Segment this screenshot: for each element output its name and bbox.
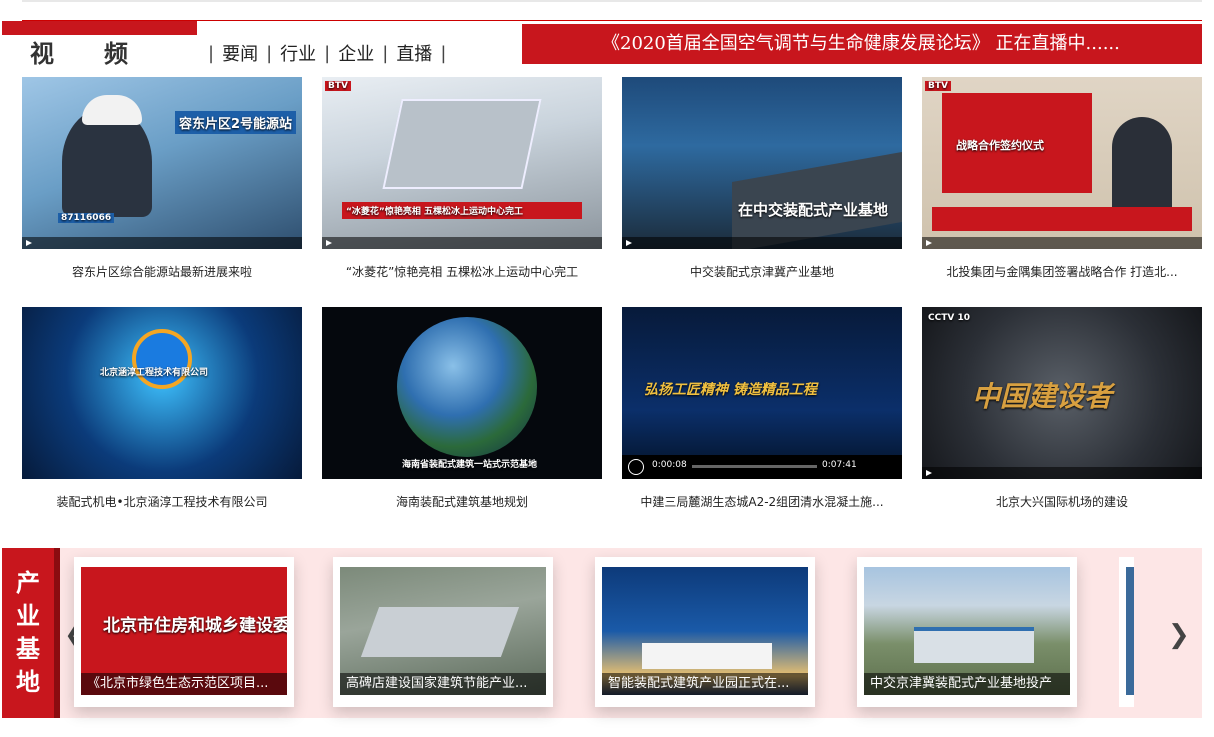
video-caption[interactable]: “冰菱花”惊艳亮相 五棵松冰上运动中心完工: [322, 263, 602, 280]
video-controls[interactable]: 0:00:08 0:07:41: [622, 455, 902, 479]
play-bar[interactable]: [322, 237, 602, 249]
video-card[interactable]: 北京涵淳工程技术有限公司 装配式机电•北京涵淳工程技术有限公司: [22, 307, 302, 510]
video-card[interactable]: 容东片区2号能源站 87116066 容东片区综合能源站最新进展来啦: [22, 77, 302, 280]
play-icon[interactable]: [628, 459, 644, 475]
video-caption[interactable]: 中交装配式京津冀产业基地: [622, 263, 902, 280]
industry-item[interactable]: 北京市住房和城乡建设委员会 《北京市绿色生态示范区项目...: [74, 557, 294, 707]
ticker-text: 87116066: [58, 213, 115, 223]
industry-item-label[interactable]: 高碑店建设国家建筑节能产业...: [340, 673, 546, 695]
category-tabs: | 要闻 | 行业 | 企业 | 直播 |: [200, 40, 454, 66]
video-card[interactable]: 弘扬工匠精神 铸造精品工程 0:00:08 0:07:41 中建三局麓湖生态城A…: [622, 307, 902, 510]
play-bar[interactable]: [622, 237, 902, 249]
industry-item-label[interactable]: 《北京市绿色生态示范区项目...: [81, 673, 287, 695]
video-thumbnail[interactable]: 在中交装配式产业基地: [622, 77, 902, 249]
video-thumbnail[interactable]: 中国建设者 CCTV 10: [922, 307, 1202, 479]
industry-item[interactable]: 高碑店建设国家建筑节能产业...: [333, 557, 553, 707]
progress-bar[interactable]: [692, 465, 817, 468]
tab-enterprise[interactable]: 企业: [338, 40, 374, 66]
industry-item[interactable]: 中交京津冀装配式产业基地投产: [857, 557, 1077, 707]
video-caption[interactable]: 北京大兴国际机场的建设: [922, 493, 1202, 510]
video-caption[interactable]: 容东片区综合能源站最新进展来啦: [22, 263, 302, 280]
industry-item-partial: [1119, 557, 1134, 707]
video-card[interactable]: 海南省装配式建筑一站式示范基地 海南装配式建筑基地规划: [322, 307, 602, 510]
video-thumbnail[interactable]: 弘扬工匠精神 铸造精品工程 0:00:08 0:07:41: [622, 307, 902, 479]
video-caption[interactable]: 装配式机电•北京涵淳工程技术有限公司: [22, 493, 302, 510]
industry-item[interactable]: 智能装配式建筑产业园正式在...: [595, 557, 815, 707]
video-card[interactable]: 中国建设者 CCTV 10 北京大兴国际机场的建设: [922, 307, 1202, 510]
channel-badge: BTV: [325, 81, 351, 91]
video-section: 视频 | 要闻 | 行业 | 企业 | 直播 | 《2020首届全国空气调节与生…: [0, 0, 1214, 737]
video-caption[interactable]: 海南装配式建筑基地规划: [322, 493, 602, 510]
time-total: 0:07:41: [822, 460, 857, 470]
thumbnail-overlay-text: 北京涵淳工程技术有限公司: [100, 368, 209, 378]
section-title: 视频: [30, 40, 178, 68]
image-overlay-text: 北京市住房和城乡建设委员会: [103, 616, 287, 636]
tab-live[interactable]: 直播: [396, 40, 432, 66]
industry-item-label[interactable]: 智能装配式建筑产业园正式在...: [602, 673, 808, 695]
thumbnail-overlay-text: 战略合作签约仪式: [956, 139, 1044, 152]
video-thumbnail[interactable]: 海南省装配式建筑一站式示范基地: [322, 307, 602, 479]
video-card[interactable]: 在中交装配式产业基地 中交装配式京津冀产业基地: [622, 77, 902, 280]
time-elapsed: 0:00:08: [652, 460, 687, 470]
video-card[interactable]: 战略合作签约仪式 BTV 北投集团与金隅集团签署战略合作 打造北...: [922, 77, 1202, 280]
play-bar[interactable]: [22, 237, 302, 249]
video-thumbnail[interactable]: 北京涵淳工程技术有限公司: [22, 307, 302, 479]
chevron-right-icon[interactable]: ❯: [1168, 620, 1190, 650]
top-divider: [22, 0, 1202, 2]
channel-badge: CCTV 10: [928, 313, 970, 323]
tab-news[interactable]: 要闻: [222, 40, 258, 66]
industry-tag: 产 业 基 地: [2, 548, 60, 718]
thumbnail-overlay-text: 弘扬工匠精神 铸造精品工程: [644, 382, 817, 398]
channel-badge: BTV: [925, 81, 951, 91]
thumbnail-overlay-text: “冰菱花”惊艳亮相 五棵松冰上运动中心完工: [342, 202, 582, 219]
industry-item-label[interactable]: 中交京津冀装配式产业基地投产: [864, 673, 1070, 695]
video-thumbnail[interactable]: BTV “冰菱花”惊艳亮相 五棵松冰上运动中心完工: [322, 77, 602, 249]
thumbnail-overlay-text: 中国建设者: [972, 380, 1113, 413]
play-bar[interactable]: [922, 237, 1202, 249]
video-caption[interactable]: 中建三局麓湖生态城A2-2组团清水混凝土施...: [622, 493, 902, 510]
red-divider: [22, 20, 1202, 21]
video-card[interactable]: BTV “冰菱花”惊艳亮相 五棵松冰上运动中心完工 “冰菱花”惊艳亮相 五棵松冰…: [322, 77, 602, 280]
video-thumbnail[interactable]: 容东片区2号能源站 87116066: [22, 77, 302, 249]
section-accent-bar: [2, 21, 197, 35]
thumbnail-overlay-text: 容东片区2号能源站: [174, 111, 296, 134]
video-caption[interactable]: 北投集团与金隅集团签署战略合作 打造北...: [922, 263, 1202, 280]
thumbnail-overlay-text: 在中交装配式产业基地: [738, 201, 889, 219]
tab-industry[interactable]: 行业: [280, 40, 316, 66]
live-banner[interactable]: 《2020首届全国空气调节与生命健康发展论坛》 正在直播中......: [522, 24, 1202, 64]
video-thumbnail[interactable]: 战略合作签约仪式 BTV: [922, 77, 1202, 249]
thumbnail-overlay-text: 海南省装配式建筑一站式示范基地: [402, 460, 538, 470]
play-bar[interactable]: [922, 467, 1202, 479]
